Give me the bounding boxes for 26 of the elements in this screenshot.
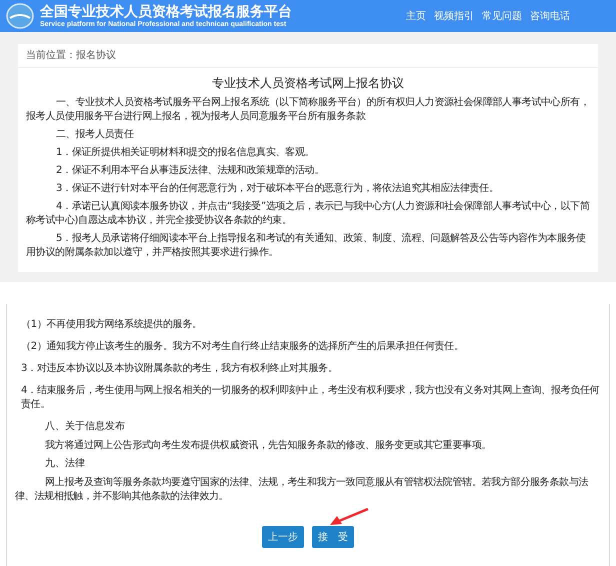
agreement-paragraph: 一、专业技术人员资格考试服务平台网上报名系统（以下简称服务平台）的所有权归人力资源社会保障部人事考试中心所有，报考人员使用服务平台进行网上报名，视为报考人员同意服务平台所有服务条款 (26, 96, 590, 124)
logo-icon (6, 3, 34, 29)
nav-link[interactable]: 常见问题 (482, 8, 522, 24)
agreement-paragraph: 1．保证所提供相关证明材料和提交的报名信息真实、客观。 (55, 146, 316, 160)
agreement-paragraph: 4．承诺已认真阅读本服务协议，并点击“我接受”选项之后，表示已与我中心方(人力资源和社会保障部人事考试中心，以下简称考试中心)自愿达成本协议，并完全接受协议各条款的约束。 (26, 200, 590, 228)
agreement-paragraph: 我方将通过网上公告形式向考生发布提供权威资讯，先告知服务条款的修改、服务变更或其它重要事项。 (44, 439, 492, 453)
accept-button[interactable]: 接 受 (312, 526, 354, 548)
agreement-paragraph: 网上报考及查询等服务条款均要遵守国家的法律、法规，考生和我方一致同意服从有管辖权法院管辖。若我方部分服务条款与法律、法规相抵触，并不影响其他条款的法律效力。 (15, 476, 590, 504)
agreement-paragraph: 二、报考人员责任 (55, 128, 135, 142)
agreement-item: 4．结束服务后，考生使用与网上报名相关的一切服务的权利即刻中止，考生没有权利要求，我方也没有义务对其网上查询、报考负任何责任。 (20, 384, 600, 412)
section-heading: 九、法律 (44, 457, 86, 471)
previous-step-button[interactable]: 上一步 (262, 526, 304, 548)
agreement-item: 3．对违反本协议以及本协议附属条款的考生，我方有权利终止对其服务。 (20, 362, 338, 376)
breadcrumb: 当前位置：报名协议 (26, 48, 116, 63)
section-heading: 八、关于信息发布 (44, 420, 126, 434)
agreement-paragraph: 3．保证不进行针对本平台的任何恶意行为，对于破坏本平台的恶意行为，将依法追究其相应法律责任。 (55, 182, 500, 196)
nav-link[interactable]: 视频指引 (434, 8, 474, 24)
agreement-title: 专业技术人员资格考试网上报名协议 (211, 75, 405, 92)
nav-link[interactable]: 主页 (406, 8, 426, 24)
agreement-item: （2）通知我方停止该考生的服务。我方不对考生自行终止结束服务的选择所产生的后果承担任何责任。 (20, 340, 465, 354)
nav-link[interactable]: 咨询电话 (530, 8, 570, 24)
agreement-paragraph: 5．报考人员承诺将仔细阅读本平台上指导报名和考试的有关通知、政策、制度、流程、问题解答及公告等内容作为本服务使用协议的附属条款加以遵守，并严格按照其要求进行操作。 (26, 232, 587, 260)
agreement-item: （1）不再使用我方网络系统提供的服务。 (20, 318, 203, 332)
site-title: 全国专业技术人员资格考试报名服务平台 (40, 4, 292, 20)
annotation-arrow (329, 508, 369, 526)
agreement-paragraph: 2．保证不利用本平台从事违反法律、法规和政策规章的活动。 (55, 164, 325, 178)
